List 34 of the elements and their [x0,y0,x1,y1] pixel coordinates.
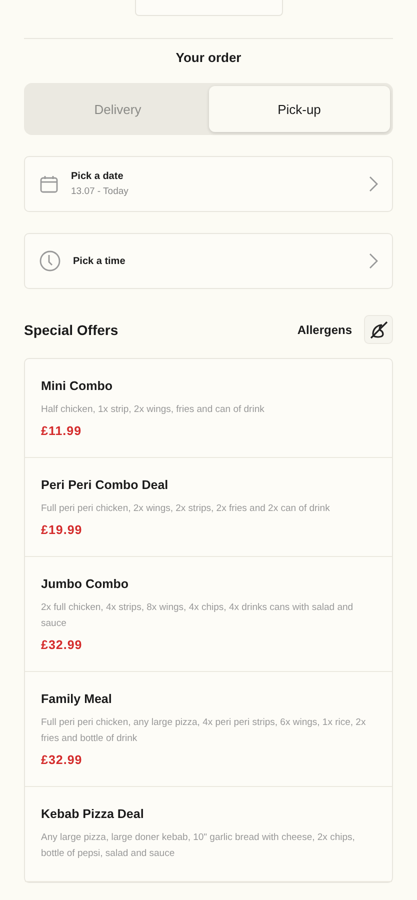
offer-price: £32.99 [41,638,84,652]
picker-card[interactable]: Pick a date 13.07 - Today [24,156,393,212]
offer-item[interactable]: Jumbo Combo 2x full chicken, 4x strips, 8x wings, 4x chips, 4x drinks cans with salad and sauce £32.99 [25,557,392,672]
chevron-right-icon [369,253,378,269]
offer-name: Mini Combo [41,379,114,393]
offer-item[interactable]: Peri Peri Combo Deal Full peri peri chicken, 2x wings, 2x strips, 2x fries and 2x can of drink £19.99 [25,458,392,557]
offer-item[interactable]: Family Meal Full peri peri chicken, any large pizza, 4x peri peri strips, 6x wings, 1x rice, 2x fries and bottle of drink £32.99 [25,672,392,787]
offer-description: Full peri peri chicken, any large pizza, 4x peri peri strips, 6x wings, 1x rice, 2x fries and bottle of drink [41,716,367,746]
chevron-right-icon [369,176,378,192]
offer-item[interactable]: Mini Combo Half chicken, 1x strip, 2x wings, fries and can of drink £11.99 [25,359,392,458]
offer-description: Half chicken, 1x strip, 2x wings, fries and can of drink [41,403,266,417]
picker-label: Pick a time [73,256,126,266]
offer-price: £32.99 [41,753,84,767]
offer-price: £19.99 [41,523,84,537]
offer-description: Any large pizza, large doner kebab, 10" garlic bread with cheese, 2x chips, bottle of pepsi, salad and sauce [41,831,356,861]
order-type-tab[interactable]: Pick-up [208,86,390,132]
allergens-button[interactable] [364,315,393,344]
picker-label: Pick a date [71,171,124,182]
offer-name: Kebab Pizza Deal [41,807,145,821]
offer-name: Family Meal [41,692,113,706]
offer-description: Full peri peri chicken, 2x wings, 2x strips, 2x fries and 2x can of drink [41,502,331,516]
offer-item[interactable]: Kebab Pizza Deal Any large pizza, large doner kebab, 10" garlic bread with cheese, 2x chips, bottle of pepsi, salad and sauce [25,787,392,882]
offer-name: Jumbo Combo [41,577,130,591]
clock-icon [39,250,61,272]
picker-card[interactable]: Pick a time [24,233,393,289]
page-title: Your order [174,50,242,65]
calendar-icon [39,174,59,194]
offer-price: £11.99 [41,424,83,438]
allergens-label: Allergens [297,322,352,336]
section-title: Special Offers [24,322,120,338]
allergen-icon [368,318,390,340]
offer-name: Peri Peri Combo Deal [41,478,170,492]
offer-description: 2x full chicken, 4x strips, 8x wings, 4x chips, 4x drinks cans with salad and sauce [41,601,354,631]
picker-value: 13.07 - Today [71,186,130,197]
